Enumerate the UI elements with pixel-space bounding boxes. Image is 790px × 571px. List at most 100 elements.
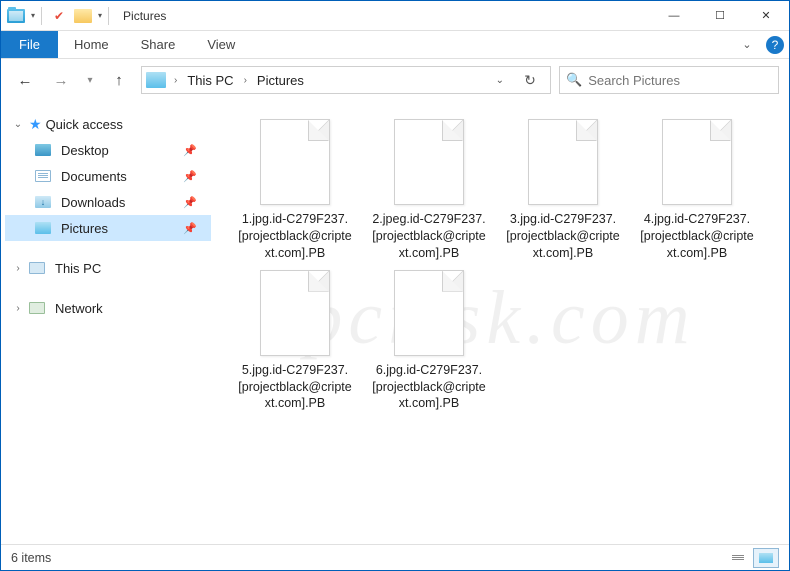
history-dropdown[interactable]: ▾	[83, 66, 97, 94]
breadcrumb-chevron-icon[interactable]: ›	[170, 75, 181, 86]
tab-label: Share	[141, 37, 176, 52]
sidebar-item-label: Quick access	[46, 117, 123, 132]
close-button[interactable]: ✕	[743, 1, 789, 31]
thumbnails-view-icon	[759, 553, 773, 563]
address-bar[interactable]: › This PC › Pictures ⌄ ↻	[141, 66, 551, 94]
file-icon	[394, 270, 464, 356]
back-button[interactable]: ←	[11, 66, 39, 94]
sidebar-item-label: Network	[55, 301, 103, 316]
file-item[interactable]: 1.jpg.id-C279F237.[projectblack@criptext…	[237, 119, 353, 262]
item-count: 6 items	[11, 551, 51, 565]
tab-view[interactable]: View	[191, 31, 251, 58]
search-box[interactable]: 🔍	[559, 66, 779, 94]
ribbon-expand-button[interactable]: ⌄	[733, 31, 761, 58]
qat-dropdown[interactable]: ▾	[96, 11, 102, 20]
navigation-row: ← → ▾ ↑ › This PC › Pictures ⌄ ↻ 🔍	[1, 59, 789, 101]
expand-icon[interactable]: ›	[11, 303, 25, 314]
sidebar-item-quick-access[interactable]: ⌄ ★ Quick access	[5, 111, 211, 137]
sidebar-item-label: Documents	[61, 169, 127, 184]
file-name: 3.jpg.id-C279F237.[projectblack@criptext…	[505, 211, 621, 262]
tab-label: Home	[74, 37, 109, 52]
app-icon[interactable]	[5, 5, 27, 27]
file-item[interactable]: 6.jpg.id-C279F237.[projectblack@criptext…	[371, 270, 487, 413]
pictures-folder-icon	[7, 9, 25, 23]
file-list[interactable]: pcrisk.com 1.jpg.id-C279F237.[projectbla…	[211, 101, 789, 544]
help-icon: ?	[766, 36, 784, 54]
sidebar-item-pictures[interactable]: Pictures 📌	[5, 215, 211, 241]
refresh-icon: ↻	[524, 72, 536, 89]
sidebar-item-label: Pictures	[61, 221, 108, 236]
minimize-icon: —	[669, 10, 680, 22]
sidebar-item-downloads[interactable]: Downloads 📌	[5, 189, 211, 215]
watermark: pcrisk.com	[304, 275, 695, 362]
app-menu-dropdown[interactable]: ▾	[29, 11, 35, 20]
breadcrumb-segment[interactable]: Pictures	[255, 73, 306, 88]
expand-icon[interactable]: ⌄	[11, 119, 25, 130]
file-item[interactable]: 4.jpg.id-C279F237.[projectblack@criptext…	[639, 119, 755, 262]
up-button[interactable]: ↑	[105, 66, 133, 94]
file-item[interactable]: 2.jpeg.id-C279F237.[projectblack@criptex…	[371, 119, 487, 262]
separator	[108, 7, 109, 25]
folder-icon	[74, 9, 92, 23]
thumbnails-view-button[interactable]	[753, 548, 779, 568]
maximize-icon: ☐	[715, 9, 725, 22]
chevron-down-icon: ▾	[87, 75, 92, 86]
tab-label: View	[207, 37, 235, 52]
ribbon: File Home Share View ⌄ ?	[1, 31, 789, 59]
window-title: Pictures	[117, 9, 166, 23]
help-button[interactable]: ?	[761, 31, 789, 58]
file-icon	[260, 270, 330, 356]
file-icon	[662, 119, 732, 205]
details-view-icon	[732, 555, 744, 560]
qat-properties-button[interactable]: ✔	[48, 5, 70, 27]
file-name: 2.jpeg.id-C279F237.[projectblack@criptex…	[371, 211, 487, 262]
maximize-button[interactable]: ☐	[697, 1, 743, 31]
breadcrumb-chevron-icon[interactable]: ›	[240, 75, 251, 86]
file-tab-label: File	[19, 37, 40, 52]
quick-access-toolbar: ▾ ✔ ▾	[1, 5, 117, 27]
downloads-icon	[35, 196, 51, 208]
file-item[interactable]: 3.jpg.id-C279F237.[projectblack@criptext…	[505, 119, 621, 262]
file-icon	[394, 119, 464, 205]
status-bar: 6 items	[1, 544, 789, 570]
file-name: 4.jpg.id-C279F237.[projectblack@criptext…	[639, 211, 755, 262]
breadcrumb-segment[interactable]: This PC	[185, 73, 235, 88]
close-icon: ✕	[761, 9, 770, 22]
sidebar-item-network[interactable]: › Network	[5, 295, 211, 321]
pictures-icon	[35, 222, 51, 234]
file-icon	[260, 119, 330, 205]
address-dropdown[interactable]: ⌄	[490, 75, 510, 86]
sidebar-item-this-pc[interactable]: › This PC	[5, 255, 211, 281]
file-tab[interactable]: File	[1, 31, 58, 58]
expand-icon[interactable]: ›	[11, 263, 25, 274]
pin-icon: 📌	[183, 196, 197, 209]
minimize-button[interactable]: —	[651, 1, 697, 31]
pin-icon: 📌	[183, 222, 197, 235]
pc-icon	[29, 262, 45, 274]
file-item[interactable]: 5.jpg.id-C279F237.[projectblack@criptext…	[237, 270, 353, 413]
forward-button[interactable]: →	[47, 66, 75, 94]
tab-share[interactable]: Share	[125, 31, 192, 58]
file-name: 1.jpg.id-C279F237.[projectblack@criptext…	[237, 211, 353, 262]
details-view-button[interactable]	[725, 548, 751, 568]
search-icon: 🔍	[566, 72, 582, 88]
search-input[interactable]	[588, 73, 772, 88]
location-icon	[146, 72, 166, 88]
file-icon	[528, 119, 598, 205]
sidebar-item-label: Desktop	[61, 143, 109, 158]
back-icon: ←	[18, 72, 33, 89]
pin-icon: 📌	[183, 144, 197, 157]
title-bar: ▾ ✔ ▾ Pictures — ☐ ✕	[1, 1, 789, 31]
up-icon: ↑	[115, 72, 123, 89]
check-icon: ✔	[54, 9, 64, 23]
file-name: 5.jpg.id-C279F237.[projectblack@criptext…	[237, 362, 353, 413]
desktop-icon	[35, 144, 51, 156]
qat-newfolder-button[interactable]	[72, 5, 94, 27]
navigation-pane: ⌄ ★ Quick access Desktop 📌 Documents 📌 D…	[1, 101, 211, 544]
tab-home[interactable]: Home	[58, 31, 125, 58]
sidebar-item-documents[interactable]: Documents 📌	[5, 163, 211, 189]
chevron-down-icon: ⌄	[742, 38, 751, 51]
sidebar-item-desktop[interactable]: Desktop 📌	[5, 137, 211, 163]
documents-icon	[35, 170, 51, 182]
refresh-button[interactable]: ↻	[514, 66, 546, 94]
